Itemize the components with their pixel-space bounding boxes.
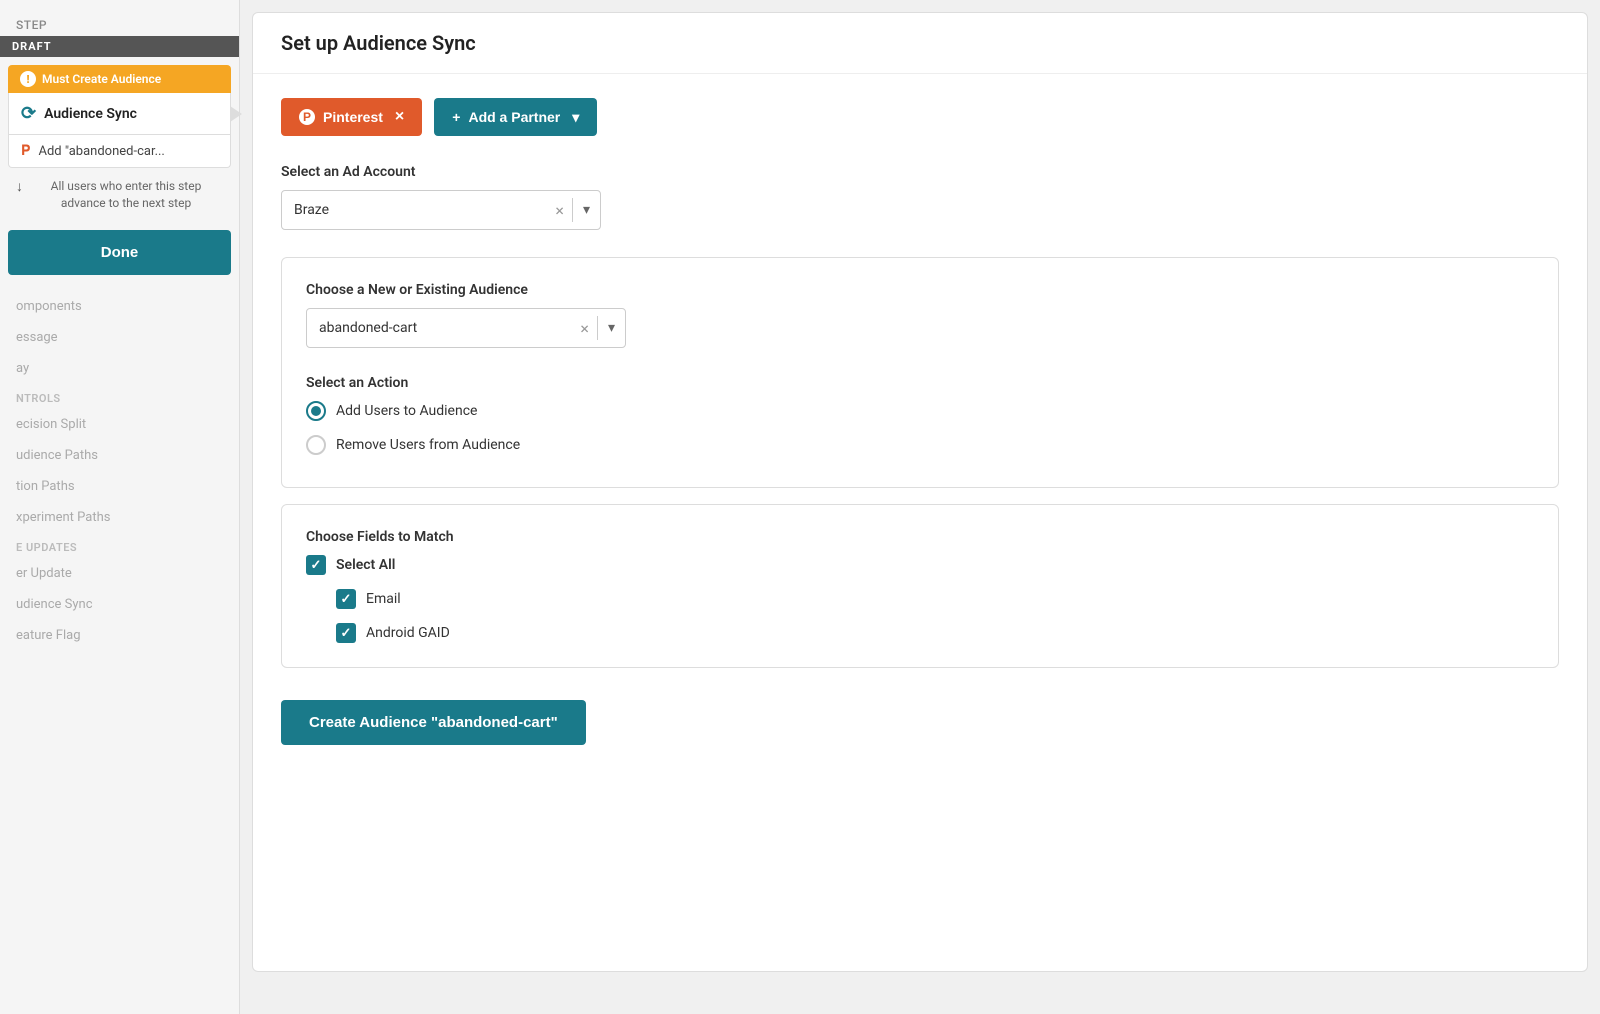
fields-card: Choose Fields to Match Select All Email [281, 504, 1559, 668]
nav-item-feature-flag[interactable]: eature Flag [0, 620, 239, 651]
step-label: Step [0, 10, 239, 36]
android-label: Android GAID [366, 625, 450, 641]
ad-account-chevron-icon[interactable]: ▾ [573, 202, 600, 218]
fields-checkbox-group: Select All Email Android GAID [306, 555, 1534, 643]
nav-item-audience-paths[interactable]: udience Paths [0, 440, 239, 471]
audience-chevron-icon[interactable]: ▾ [598, 320, 625, 336]
ad-account-section: Select an Ad Account Braze × ▾ [281, 164, 1559, 230]
pinterest-label: Pinterest [323, 109, 383, 125]
nav-item-audience-sync[interactable]: udience Sync [0, 589, 239, 620]
sidebar-item-audience-sync[interactable]: ⟳ Audience Sync [8, 93, 231, 135]
checkbox-email[interactable]: Email [336, 589, 1534, 609]
pinterest-button[interactable]: P Pinterest × [281, 98, 422, 136]
radio-remove-users-circle[interactable] [306, 435, 326, 455]
panel-header: Set up Audience Sync [253, 13, 1587, 74]
add-item-label: Add "abandoned-car... [38, 144, 164, 159]
audience-section: Choose a New or Existing Audience abando… [306, 282, 1534, 348]
sidebar-nav-list: omponents essage ay ntrols ecision Split… [0, 283, 239, 1014]
add-partner-button[interactable]: + Add a Partner ▾ [434, 98, 597, 136]
add-partner-label: Add a Partner [468, 109, 560, 125]
radio-remove-users[interactable]: Remove Users from Audience [306, 435, 1534, 455]
audience-label: Choose a New or Existing Audience [306, 282, 1534, 298]
must-create-banner: ! Must Create Audience [8, 65, 231, 93]
main-content: Set up Audience Sync P Pinterest × + Add… [240, 0, 1600, 1014]
warning-icon: ! [20, 71, 36, 87]
create-audience-button[interactable]: Create Audience "abandoned-cart" [281, 700, 586, 745]
pinterest-sub-icon: 𝐏 [21, 143, 30, 159]
pinterest-close-icon[interactable]: × [395, 108, 404, 126]
audience-sync-label: Audience Sync [44, 106, 137, 122]
draft-badge: DRAFT [0, 36, 239, 57]
checkbox-sub-group: Email Android GAID [336, 589, 1534, 643]
audience-select[interactable]: abandoned-cart × ▾ [306, 308, 626, 348]
ad-account-label: Select an Ad Account [281, 164, 1559, 180]
main-panel: Set up Audience Sync P Pinterest × + Add… [252, 12, 1588, 972]
nav-section-controls: ntrols [0, 384, 239, 409]
audience-value: abandoned-cart [307, 320, 572, 336]
partner-row: P Pinterest × + Add a Partner ▾ [281, 98, 1559, 136]
pinterest-icon: P [299, 109, 315, 125]
sync-icon: ⟳ [21, 103, 36, 124]
nav-section-updates: e Updates [0, 533, 239, 558]
sidebar-sub-item-add[interactable]: 𝐏 Add "abandoned-car... [8, 135, 231, 168]
action-label: Select an Action [306, 375, 1534, 391]
nav-item-action-paths[interactable]: tion Paths [0, 471, 239, 502]
ad-account-select[interactable]: Braze × ▾ [281, 190, 601, 230]
advance-text: All users who enter this step advance to… [29, 178, 223, 212]
must-create-label: Must Create Audience [42, 72, 161, 86]
fields-label: Choose Fields to Match [306, 529, 1534, 545]
panel-body: P Pinterest × + Add a Partner ▾ Select a… [253, 74, 1587, 769]
ad-account-clear-icon[interactable]: × [547, 201, 572, 220]
ad-account-value: Braze [282, 202, 547, 218]
action-radio-group: Add Users to Audience Remove Users from … [306, 401, 1534, 455]
page-title: Set up Audience Sync [281, 31, 1559, 55]
sidebar: Step DRAFT ! Must Create Audience ⟳ Audi… [0, 0, 240, 1014]
radio-add-users-circle[interactable] [306, 401, 326, 421]
arrow-down-icon: ↓ [16, 178, 23, 198]
audience-clear-icon[interactable]: × [572, 319, 597, 338]
radio-add-users[interactable]: Add Users to Audience [306, 401, 1534, 421]
audience-action-card: Choose a New or Existing Audience abando… [281, 257, 1559, 488]
radio-remove-users-label: Remove Users from Audience [336, 437, 520, 453]
checkbox-android-gaid[interactable]: Android GAID [336, 623, 1534, 643]
nav-item-components[interactable]: omponents [0, 291, 239, 322]
done-button[interactable]: Done [8, 230, 231, 275]
action-section: Select an Action Add Users to Audience R… [306, 375, 1534, 455]
email-label: Email [366, 591, 401, 607]
nav-item-message[interactable]: essage [0, 322, 239, 353]
select-all-label: Select All [336, 557, 395, 573]
nav-item-experiment-paths[interactable]: xperiment Paths [0, 502, 239, 533]
checkbox-select-all[interactable]: Select All [306, 555, 1534, 575]
checkbox-email-box[interactable] [336, 589, 356, 609]
checkbox-select-all-box[interactable] [306, 555, 326, 575]
plus-icon: + [452, 109, 460, 125]
checkbox-android-box[interactable] [336, 623, 356, 643]
nav-item-delay[interactable]: ay [0, 353, 239, 384]
chevron-down-icon: ▾ [572, 109, 579, 126]
nav-item-decision-split[interactable]: ecision Split [0, 409, 239, 440]
radio-add-users-label: Add Users to Audience [336, 403, 477, 419]
advance-text-container: ↓ All users who enter this step advance … [0, 168, 239, 222]
nav-item-user-update[interactable]: er Update [0, 558, 239, 589]
